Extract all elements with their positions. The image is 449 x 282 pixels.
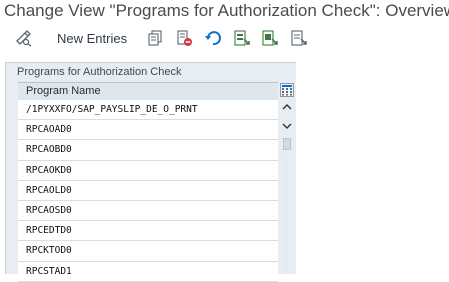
table-row[interactable]: RPCAOSD0: [18, 200, 278, 222]
table-row[interactable]: RPCEDTD0: [18, 221, 278, 242]
window-title: Change View "Programs for Authorization …: [4, 1, 449, 20]
delete-icon[interactable]: [175, 29, 193, 47]
scroll-up-icon[interactable]: [280, 100, 294, 114]
column-header-program-name[interactable]: Program Name: [18, 82, 278, 101]
program-name-cell: RPCAOLD0: [26, 184, 72, 196]
scroll-down-icon[interactable]: [280, 119, 294, 133]
table-body: /1PYXXFO/SAP_PAYSLIP_DE_O_PRNT RPCAOAD0 …: [18, 100, 278, 282]
program-name-cell: RPCAOBD0: [26, 144, 72, 156]
program-name-cell: RPCAOKD0: [26, 164, 72, 176]
table-row[interactable]: RPCAOKD0: [18, 160, 278, 181]
scroll-thumb[interactable]: [283, 138, 291, 150]
program-name-cell: RPCSTAD1: [26, 265, 72, 277]
program-name-cell: RPCEDTD0: [26, 225, 72, 237]
table-row[interactable]: RPCKTOD0: [18, 241, 278, 262]
display-change-icon[interactable]: [15, 29, 33, 47]
program-name-cell: /1PYXXFO/SAP_PAYSLIP_DE_O_PRNT: [26, 104, 198, 115]
table-row[interactable]: RPCAOLD0: [18, 180, 278, 201]
column-header-label: Program Name: [26, 85, 101, 97]
copy-icon[interactable]: [147, 29, 165, 47]
program-name-cell: RPCAOSD0: [26, 204, 72, 216]
table-row[interactable]: RPCAOBD0: [18, 140, 278, 161]
table-title: Programs for Authorization Check: [17, 66, 182, 78]
new-entries-button[interactable]: New Entries: [57, 30, 127, 48]
vertical-scrollbar[interactable]: [280, 100, 294, 274]
table-row[interactable]: RPCSTAD1: [18, 261, 278, 282]
toolbar: New Entries: [0, 26, 449, 52]
program-name-cell: RPCAOAD0: [26, 124, 72, 136]
table-row[interactable]: /1PYXXFO/SAP_PAYSLIP_DE_O_PRNT: [18, 100, 278, 121]
program-name-cell: RPCKTOD0: [26, 245, 72, 257]
scroll-track[interactable]: [286, 156, 287, 274]
select-all-icon[interactable]: [233, 29, 251, 47]
table-row[interactable]: RPCAOAD0: [18, 120, 278, 141]
select-block-icon[interactable]: [261, 29, 279, 47]
deselect-all-icon[interactable]: [290, 29, 308, 47]
table-settings-icon[interactable]: [280, 83, 294, 97]
undo-icon[interactable]: [204, 29, 222, 47]
table-panel: Programs for Authorization Check Program…: [5, 62, 296, 282]
